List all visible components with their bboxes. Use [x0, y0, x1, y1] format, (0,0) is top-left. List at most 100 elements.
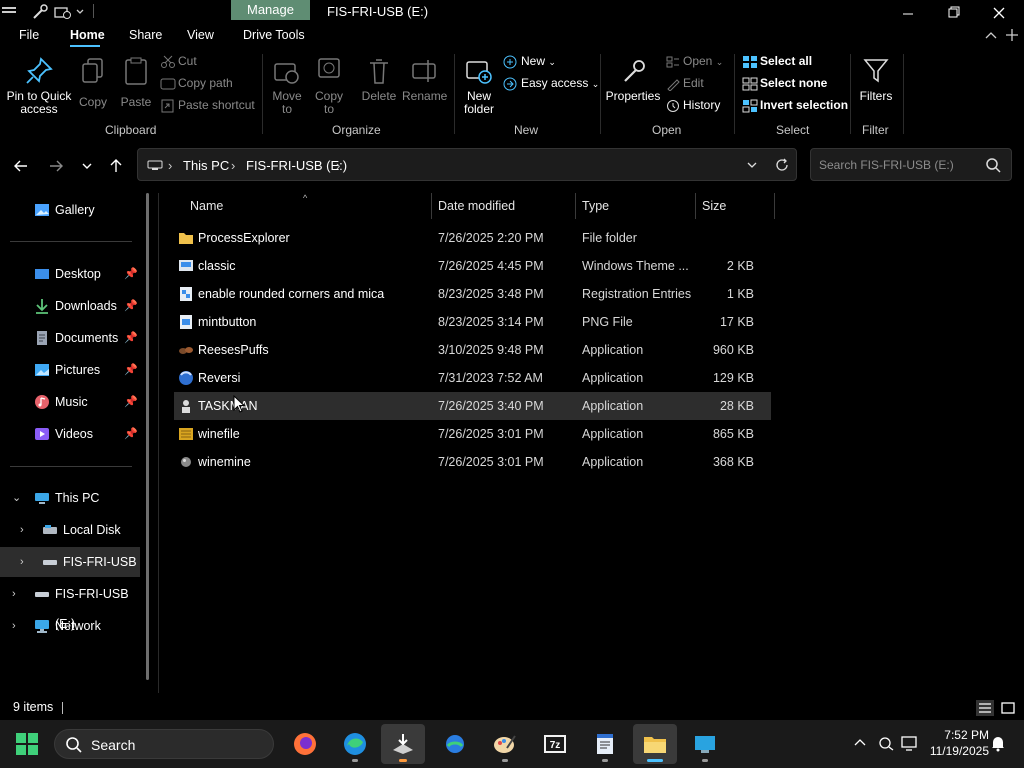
breadcrumb-chevron[interactable]: ›	[168, 158, 172, 173]
cut-button[interactable]: Cut	[160, 52, 197, 70]
copy-path-button[interactable]: Copy path	[160, 74, 233, 92]
large-icons-view-icon[interactable]	[999, 700, 1017, 716]
forward-arrow-icon[interactable]	[46, 156, 66, 176]
search-icon[interactable]	[985, 157, 1001, 173]
paste-shortcut-button[interactable]: Paste shortcut	[160, 96, 255, 114]
nav-item-downloads[interactable]: Downloads 📌	[0, 291, 140, 321]
search-input[interactable]: Search FIS-FRI-USB (E:)	[810, 148, 1012, 181]
breadcrumb-chevron[interactable]: ›	[336, 158, 340, 173]
nav-item-pictures[interactable]: Pictures 📌	[0, 355, 140, 385]
address-bar[interactable]: › This PC › FIS-FRI-USB (E:) ›	[137, 148, 797, 181]
file-row[interactable]: classic 7/26/2025 4:45 PM Windows Theme …	[174, 252, 771, 280]
taskbar-search[interactable]: Search	[54, 729, 274, 759]
taskbar-app-file-explorer[interactable]	[633, 724, 677, 764]
nav-item-gallery[interactable]: Gallery	[0, 195, 140, 225]
taskbar-app-rdp[interactable]	[683, 724, 727, 764]
pin-icon[interactable]: 📌	[124, 323, 138, 353]
chevron-right-icon[interactable]: ›	[20, 547, 24, 577]
column-header-size[interactable]: Size	[702, 193, 726, 219]
file-row[interactable]: winemine 7/26/2025 3:01 PM Application 3…	[174, 448, 771, 476]
recent-locations-icon[interactable]	[77, 156, 97, 176]
file-row[interactable]: ProcessExplorer 7/26/2025 2:20 PM File f…	[174, 224, 771, 252]
pin-icon[interactable]: 📌	[124, 387, 138, 417]
easy-access-button[interactable]: Easy access ⌄	[503, 74, 599, 92]
taskbar-app-notepad[interactable]	[583, 724, 627, 764]
file-row[interactable]: TASKMAN 7/26/2025 3:40 PM Application 28…	[174, 392, 771, 420]
column-divider[interactable]	[431, 193, 432, 219]
nav-item-music[interactable]: Music 📌	[0, 387, 140, 417]
new-item-button[interactable]: New ⌄	[503, 52, 556, 70]
breadcrumb-this-pc[interactable]: This PC	[183, 158, 229, 173]
start-icon[interactable]	[15, 732, 39, 756]
taskbar-app-installer[interactable]	[381, 724, 425, 764]
nav-item-videos[interactable]: Videos 📌	[0, 419, 140, 449]
invert-selection-button[interactable]: Invert selection	[742, 96, 848, 114]
network-status-icon[interactable]	[900, 734, 918, 752]
file-row[interactable]: Reversi 7/31/2023 7:52 AM Application 12…	[174, 364, 771, 392]
column-header-name[interactable]: Name	[190, 193, 223, 219]
close-icon[interactable]	[987, 4, 1011, 22]
nav-item-desktop[interactable]: Desktop 📌	[0, 259, 140, 289]
column-header-date[interactable]: Date modified	[438, 193, 515, 219]
cloud-sync-icon[interactable]	[877, 735, 895, 751]
paste-button[interactable]: Paste	[118, 56, 154, 109]
new-folder-button[interactable]: New folder	[458, 56, 500, 116]
nav-scrollbar[interactable]	[146, 193, 149, 680]
properties-button[interactable]: Properties	[604, 56, 662, 103]
file-row[interactable]: enable rounded corners and mica 8/23/202…	[174, 280, 771, 308]
notification-bell-icon[interactable]	[990, 734, 1006, 752]
taskbar-app-paint[interactable]	[483, 724, 527, 764]
pin-quick-access-button[interactable]: Pin to Quick access	[4, 56, 74, 116]
history-button[interactable]: History	[665, 96, 720, 114]
chevron-up-icon[interactable]	[853, 737, 867, 749]
chevron-down-icon[interactable]	[75, 4, 85, 20]
nav-item-documents[interactable]: Documents 📌	[0, 323, 140, 353]
maximize-icon[interactable]	[941, 4, 965, 22]
tab-drive-tools[interactable]: Drive Tools	[243, 28, 305, 42]
taskbar-app-firefox[interactable]	[283, 724, 327, 764]
tab-view[interactable]: View	[187, 28, 214, 42]
taskbar-app-network[interactable]	[433, 724, 477, 764]
file-row[interactable]: mintbutton 8/23/2025 3:14 PM PNG File 17…	[174, 308, 771, 336]
nav-item-usb-root[interactable]: › FIS-FRI-USB (E:)	[0, 579, 140, 631]
select-none-button[interactable]: Select none	[742, 74, 827, 92]
move-to-button[interactable]: Move to	[270, 56, 304, 116]
copy-to-button[interactable]: Copy to	[312, 56, 346, 116]
open-button[interactable]: Open ⌄	[665, 52, 723, 70]
rename-button[interactable]: Rename	[402, 56, 447, 103]
file-row[interactable]: winefile 7/26/2025 3:01 PM Application 8…	[174, 420, 771, 448]
taskbar-app-7zip[interactable]: 7z	[533, 724, 577, 764]
manage-tab[interactable]: Manage	[231, 0, 310, 20]
column-divider[interactable]	[695, 193, 696, 219]
pane-splitter[interactable]	[158, 193, 159, 693]
up-arrow-icon[interactable]	[106, 156, 126, 176]
nav-item-this-pc[interactable]: ⌄ This PC	[0, 483, 140, 513]
system-clock[interactable]: 7:52 PM 11/19/2025	[930, 727, 989, 759]
edit-button[interactable]: Edit	[665, 74, 704, 92]
pin-icon[interactable]: 📌	[124, 291, 138, 321]
help-icon[interactable]	[1005, 28, 1019, 42]
column-divider[interactable]	[575, 193, 576, 219]
pin-icon[interactable]: 📌	[124, 419, 138, 449]
breadcrumb-usb[interactable]: FIS-FRI-USB (E:)	[246, 158, 347, 173]
new-folder-quick-icon[interactable]	[54, 4, 72, 20]
details-view-icon[interactable]	[976, 700, 994, 716]
column-divider[interactable]	[774, 193, 775, 219]
chevron-right-icon[interactable]: ›	[12, 579, 16, 609]
nav-item-usb-selected[interactable]: › FIS-FRI-USB (E:)	[0, 547, 140, 577]
tab-file[interactable]: File	[19, 28, 39, 42]
column-header-type[interactable]: Type	[582, 193, 609, 219]
collapse-ribbon-icon[interactable]	[984, 30, 998, 42]
copy-button[interactable]: Copy	[76, 56, 110, 109]
nav-item-network[interactable]: › Network	[0, 611, 140, 641]
chevron-right-icon[interactable]: ›	[20, 515, 24, 545]
filters-button[interactable]: Filters	[856, 56, 896, 103]
tab-share[interactable]: Share	[129, 28, 162, 42]
pin-icon[interactable]: 📌	[124, 259, 138, 289]
minimize-icon[interactable]	[896, 4, 920, 22]
chevron-down-icon[interactable]: ⌄	[12, 483, 21, 513]
tab-home[interactable]: Home	[70, 28, 105, 42]
chevron-right-icon[interactable]: ›	[12, 611, 16, 641]
refresh-icon[interactable]	[774, 157, 790, 173]
address-dropdown-icon[interactable]	[745, 159, 759, 171]
